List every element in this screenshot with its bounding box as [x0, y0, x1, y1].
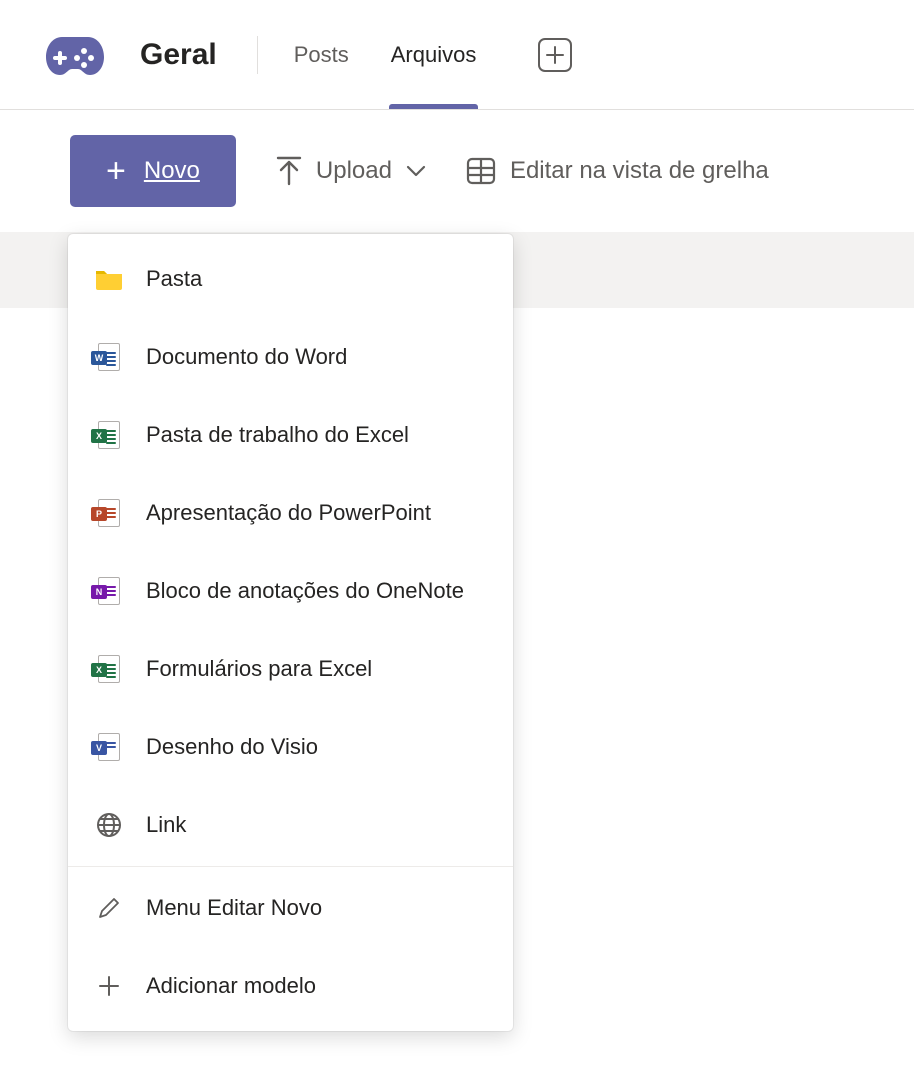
tab-posts[interactable]: Posts [294, 0, 349, 109]
edit-grid-button[interactable]: Editar na vista de grelha [466, 157, 769, 185]
menu-item-label: Pasta de trabalho do Excel [146, 422, 409, 448]
menu-item-visio[interactable]: V Desenho do Visio [68, 708, 513, 786]
upload-icon [276, 156, 302, 186]
pencil-icon [94, 891, 124, 925]
excel-icon: X [94, 418, 124, 452]
upload-button[interactable]: Upload [276, 156, 426, 186]
globe-icon [94, 808, 124, 842]
new-button-label: Novo [144, 157, 200, 185]
menu-item-excel-forms[interactable]: X Formulários para Excel [68, 630, 513, 708]
edit-grid-label: Editar na vista de grelha [510, 157, 769, 185]
menu-item-label: Apresentação do PowerPoint [146, 500, 431, 526]
team-avatar [40, 25, 110, 85]
menu-item-word[interactable]: W Documento do Word [68, 318, 513, 396]
menu-item-label: Link [146, 812, 186, 838]
plus-icon: + [106, 154, 126, 188]
menu-item-powerpoint[interactable]: P Apresentação do PowerPoint [68, 474, 513, 552]
upload-button-label: Upload [316, 157, 392, 185]
excel-forms-icon: X [94, 652, 124, 686]
plus-icon [94, 969, 124, 1003]
menu-item-label: Adicionar modelo [146, 973, 316, 999]
menu-item-label: Documento do Word [146, 344, 347, 370]
menu-item-label: Formulários para Excel [146, 656, 372, 682]
menu-separator [68, 866, 513, 867]
tab-bar: Posts Arquivos [294, 0, 573, 109]
word-icon: W [94, 340, 124, 374]
folder-icon [94, 262, 124, 296]
menu-item-onenote[interactable]: N Bloco de anotações do OneNote [68, 552, 513, 630]
files-toolbar: + Novo Upload Editar na vista de grelha [0, 110, 914, 232]
menu-item-edit-new[interactable]: Menu Editar Novo [68, 869, 513, 947]
chevron-down-icon [406, 165, 426, 177]
separator [257, 36, 258, 74]
menu-item-add-template[interactable]: Adicionar modelo [68, 947, 513, 1025]
add-tab-button[interactable] [538, 38, 572, 72]
menu-item-label: Bloco de anotações do OneNote [146, 578, 464, 604]
menu-item-link[interactable]: Link [68, 786, 513, 864]
menu-item-label: Pasta [146, 266, 202, 292]
new-menu: Pasta W Documento do Word X Pasta de tra… [68, 234, 513, 1031]
channel-title: Geral [140, 38, 217, 72]
channel-header: Geral Posts Arquivos [0, 0, 914, 110]
visio-icon: V [94, 730, 124, 764]
tab-arquivos[interactable]: Arquivos [391, 0, 477, 109]
gamepad-icon [44, 33, 106, 77]
new-button[interactable]: + Novo [70, 135, 236, 207]
onenote-icon: N [94, 574, 124, 608]
plus-icon [546, 46, 564, 64]
menu-item-pasta[interactable]: Pasta [68, 240, 513, 318]
menu-item-label: Menu Editar Novo [146, 895, 322, 921]
powerpoint-icon: P [94, 496, 124, 530]
grid-icon [466, 157, 496, 185]
menu-item-excel[interactable]: X Pasta de trabalho do Excel [68, 396, 513, 474]
menu-item-label: Desenho do Visio [146, 734, 318, 760]
